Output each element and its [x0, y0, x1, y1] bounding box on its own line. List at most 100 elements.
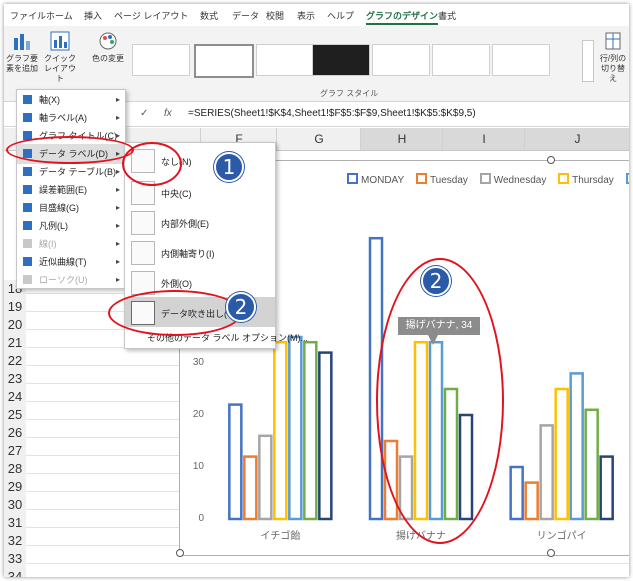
change-colors-label: 色の変更	[92, 54, 124, 63]
tab-formulas[interactable]: 数式	[200, 9, 218, 22]
annotation-ring-data-labels	[6, 136, 134, 164]
chart-resize-handle[interactable]	[547, 156, 555, 164]
bar-thursday-3[interactable]	[554, 387, 569, 521]
submenu-arrow-icon: ▸	[115, 221, 120, 230]
confirm-icon[interactable]: ✓	[140, 108, 148, 119]
y-tick-label: 0	[198, 513, 204, 524]
y-tick-label: 10	[192, 461, 204, 472]
annotation-badge-2: 2	[226, 292, 256, 322]
insert-function-icon[interactable]: fx	[164, 108, 172, 119]
chart-style-thumb-5[interactable]	[372, 44, 430, 76]
column-header-h[interactable]: H	[360, 128, 443, 150]
menu-item-data-table[interactable]: データ テーブル(B) ▸	[17, 162, 125, 182]
palette-icon	[99, 32, 117, 50]
tab-home[interactable]: ホーム	[46, 9, 73, 22]
submenu-arrow-icon: ▸	[115, 95, 120, 104]
row-header[interactable]: 29	[4, 478, 26, 497]
column-header-g[interactable]: G	[276, 128, 361, 150]
row-header[interactable]: 19	[4, 298, 26, 317]
quick-layout-button[interactable]: クイック レイアウト	[44, 30, 76, 84]
menu-item-axes[interactable]: 軸(X) ▸	[17, 90, 125, 110]
bar-tuesday-1[interactable]	[243, 455, 258, 521]
row-header[interactable]: 23	[4, 370, 26, 389]
add-chart-element-label: グラフ要素を追加	[6, 54, 38, 73]
annotation-ring-callout	[108, 290, 242, 336]
bar-series-6-1[interactable]	[303, 340, 318, 521]
row-header[interactable]: 28	[4, 460, 26, 479]
row-header[interactable]: 27	[4, 442, 26, 461]
chart-resize-handle[interactable]	[176, 549, 184, 557]
column-header-i[interactable]: I	[442, 128, 525, 150]
menu-item-gridlines[interactable]: 目盛線(G) ▸	[17, 198, 125, 218]
trendline-icon	[23, 257, 32, 266]
row-header[interactable]: 34	[4, 568, 26, 577]
legend-icon	[23, 221, 32, 230]
chart-styles-group-label: グラフ スタイル	[320, 89, 379, 98]
chart-resize-handle[interactable]	[547, 549, 555, 557]
submenu-arrow-icon: ▸	[115, 113, 120, 122]
menu-item-error-bars[interactable]: 誤差範囲(E) ▸	[17, 180, 125, 200]
tab-data[interactable]: データ	[232, 9, 259, 22]
row-header[interactable]: 33	[4, 550, 26, 569]
bar-series-7-1[interactable]	[318, 351, 333, 521]
tab-insert[interactable]: 挿入	[84, 9, 102, 22]
bar-monday-3[interactable]	[509, 465, 524, 521]
bar-thursday-1[interactable]	[273, 340, 288, 521]
submenu-arrow-icon: ▸	[115, 257, 120, 266]
quick-layout-icon	[50, 31, 70, 51]
menu-item-legend[interactable]: 凡例(L) ▸	[17, 216, 125, 236]
bar-fr-3[interactable]	[569, 372, 584, 521]
styles-scrollbar[interactable]	[582, 40, 594, 82]
row-header[interactable]: 21	[4, 334, 26, 353]
submenu-item-inside-base[interactable]: 内側軸寄り(I)	[125, 237, 275, 267]
add-chart-element-button[interactable]: グラフ要素を追加	[6, 30, 38, 74]
bar-wednesday-3[interactable]	[539, 424, 554, 521]
axes-icon	[23, 95, 32, 104]
row-header[interactable]: 30	[4, 496, 26, 515]
add-chart-element-menu: 軸(X) ▸ 軸ラベル(A) ▸ グラフ タイトル(C) ▸ データ ラベル(D) ▸ …	[16, 89, 126, 289]
submenu-arrow-icon: ▸	[115, 275, 120, 284]
row-header[interactable]: 26	[4, 424, 26, 443]
menu-item-trendline[interactable]: 近似曲線(T) ▸	[17, 252, 125, 272]
switch-row-column-button[interactable]: 行/列の切り替え	[598, 30, 628, 84]
row-header[interactable]: 32	[4, 532, 26, 551]
bar-tuesday-3[interactable]	[524, 481, 539, 521]
submenu-arrow-icon: ▸	[115, 239, 120, 248]
tab-page-layout[interactable]: ページ レイアウト	[114, 9, 188, 22]
tab-chart-design[interactable]: グラフのデザイン	[366, 9, 439, 25]
ribbon-tabs: ファイル ホーム 挿入 ページ レイアウト 数式 データ 校閲 表示 ヘルプ グ…	[4, 4, 629, 26]
formula-input[interactable]: =SERIES(Sheet1!$K$4,Sheet1!$F$5:$F$9,She…	[188, 108, 476, 119]
tab-format[interactable]: 書式	[438, 9, 456, 22]
chart-style-thumb-4[interactable]	[312, 44, 370, 76]
row-header[interactable]: 20	[4, 316, 26, 335]
tab-help[interactable]: ヘルプ	[327, 9, 354, 22]
chart-style-thumb-6[interactable]	[432, 44, 490, 76]
bar-monday-1[interactable]	[228, 403, 243, 521]
tab-file[interactable]: ファイル	[10, 9, 46, 22]
tab-view[interactable]: 表示	[297, 9, 315, 22]
data-table-icon	[23, 167, 32, 176]
change-colors-button[interactable]: 色の変更	[92, 30, 124, 64]
chart-style-thumb-2[interactable]	[194, 44, 254, 78]
submenu-arrow-icon: ▸	[115, 185, 120, 194]
chart-style-thumb-1[interactable]	[132, 44, 190, 76]
column-header-j[interactable]: J	[524, 128, 629, 150]
row-header[interactable]: 22	[4, 352, 26, 371]
chart-style-thumb-3[interactable]	[256, 44, 314, 76]
submenu-item-inside-end[interactable]: 内部外側(E)	[125, 207, 275, 237]
submenu-arrow-icon: ▸	[115, 167, 120, 176]
add-chart-element-icon	[14, 34, 30, 50]
gridlines-icon	[23, 203, 32, 212]
bar-wednesday-1[interactable]	[258, 434, 273, 521]
row-header[interactable]: 24	[4, 388, 26, 407]
bar-series-7-3[interactable]	[599, 455, 614, 521]
bar-series-6-3[interactable]	[584, 408, 599, 521]
tab-review[interactable]: 校閲	[266, 9, 284, 22]
menu-item-axis-titles[interactable]: 軸ラベル(A) ▸	[17, 108, 125, 128]
chart-style-thumb-7[interactable]	[492, 44, 550, 76]
bar-fr-1[interactable]	[288, 335, 303, 521]
annotation-badge-1: 1	[214, 152, 244, 182]
row-header[interactable]: 31	[4, 514, 26, 533]
label-inside-end-icon	[131, 211, 155, 235]
row-header[interactable]: 25	[4, 406, 26, 425]
